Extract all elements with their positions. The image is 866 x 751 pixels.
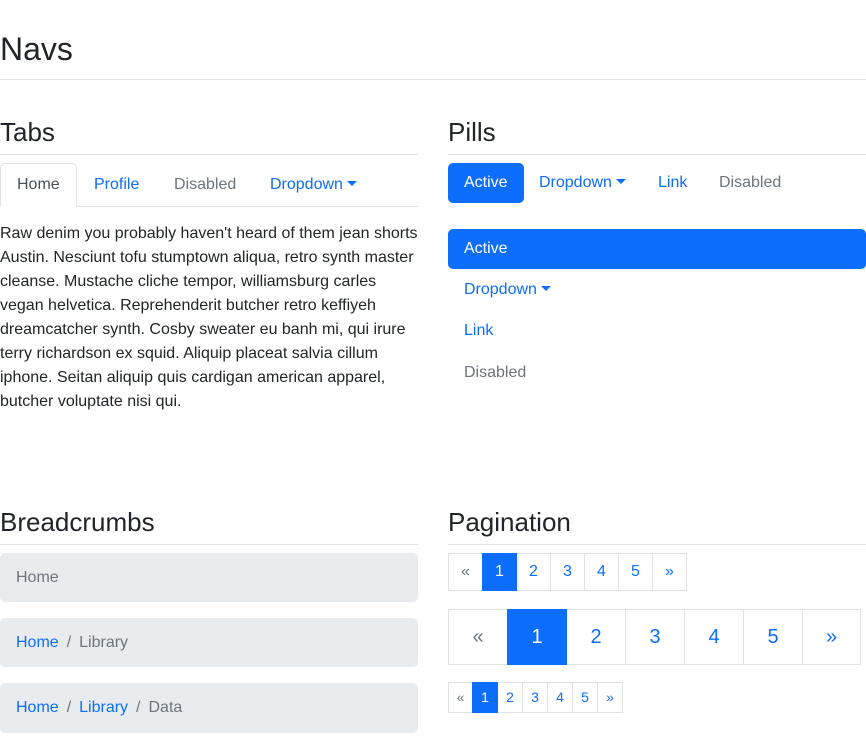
pagination-page-4[interactable]: 4 bbox=[684, 609, 744, 665]
pill-disabled-label: Disabled bbox=[719, 174, 782, 191]
pill-dropdown-label: Dropdown bbox=[539, 174, 612, 191]
pagination-next[interactable]: » bbox=[597, 682, 623, 713]
pagination-page-3[interactable]: 3 bbox=[550, 553, 585, 591]
tabs-heading-divider bbox=[0, 154, 418, 155]
pill-active-label: Active bbox=[464, 174, 508, 191]
pagination-small: « 1 2 3 4 5 » bbox=[448, 682, 623, 713]
pill-dropdown[interactable]: Dropdown bbox=[523, 163, 642, 203]
tab-dropdown[interactable]: Dropdown bbox=[253, 163, 374, 207]
pagination-page-5[interactable]: 5 bbox=[572, 682, 598, 713]
page-title: Navs bbox=[0, 31, 73, 67]
pagination-page-4[interactable]: 4 bbox=[584, 553, 619, 591]
vertical-pill-active-label: Active bbox=[464, 240, 508, 257]
tab-disabled-label: Disabled bbox=[174, 176, 237, 193]
pagination-page-2[interactable]: 2 bbox=[516, 553, 551, 591]
pills-heading: Pills bbox=[448, 117, 496, 147]
breadcrumb-link-library[interactable]: Library bbox=[79, 699, 128, 717]
vertical-pill-dropdown[interactable]: Dropdown bbox=[448, 270, 866, 310]
pagination-prev: « bbox=[448, 609, 508, 665]
breadcrumb-current: Data bbox=[148, 699, 183, 716]
pagination-prev: « bbox=[448, 682, 473, 713]
vertical-pill-dropdown-label: Dropdown bbox=[464, 281, 537, 298]
pagination-next[interactable]: » bbox=[652, 553, 687, 591]
pagination-page-3[interactable]: 3 bbox=[625, 609, 685, 665]
pill-link[interactable]: Link bbox=[642, 163, 703, 203]
chevron-down-icon bbox=[540, 286, 551, 291]
pagination-page-3[interactable]: 3 bbox=[522, 682, 548, 713]
pagination-page-1[interactable]: 1 bbox=[507, 609, 567, 665]
pill-disabled: Disabled bbox=[703, 163, 797, 203]
breadcrumb-separator: / bbox=[66, 633, 72, 651]
pagination-heading-divider bbox=[448, 544, 866, 545]
chevron-down-icon bbox=[615, 179, 626, 184]
breadcrumbs-heading: Breadcrumbs bbox=[0, 507, 155, 537]
pagination-default: « 1 2 3 4 5 » bbox=[448, 553, 687, 591]
breadcrumb-link-home[interactable]: Home bbox=[16, 699, 59, 717]
breadcrumb-separator: / bbox=[136, 699, 141, 716]
breadcrumbs-heading-divider bbox=[0, 544, 418, 545]
pill-link-label: Link bbox=[658, 174, 688, 191]
pagination-prev: « bbox=[448, 553, 483, 591]
tab-profile[interactable]: Profile bbox=[77, 163, 156, 207]
chevron-down-icon bbox=[346, 181, 357, 186]
tab-disabled: Disabled bbox=[157, 163, 253, 207]
vertical-pill-link-label: Link bbox=[464, 322, 494, 339]
vertical-pill-disabled: Disabled bbox=[448, 353, 866, 393]
breadcrumb-separator: / bbox=[66, 699, 72, 716]
pagination-page-4[interactable]: 4 bbox=[547, 682, 573, 713]
tab-content-text: Raw denim you probably haven't heard of … bbox=[0, 225, 418, 410]
tab-profile-label: Profile bbox=[94, 176, 140, 193]
pagination-next[interactable]: » bbox=[802, 609, 861, 665]
pagination-page-5[interactable]: 5 bbox=[618, 553, 653, 591]
tabs-heading: Tabs bbox=[0, 117, 55, 147]
pagination-page-1[interactable]: 1 bbox=[482, 553, 517, 591]
tab-home[interactable]: Home bbox=[0, 163, 77, 207]
tab-bar: Home Profile Disabled Dropdown bbox=[0, 163, 418, 207]
pagination-page-1[interactable]: 1 bbox=[472, 682, 498, 713]
vertical-pill-active[interactable]: Active bbox=[448, 229, 866, 269]
breadcrumb-1: Home bbox=[0, 553, 418, 602]
tab-home-label: Home bbox=[17, 176, 60, 193]
pagination-page-2[interactable]: 2 bbox=[497, 682, 523, 713]
pills-heading-divider bbox=[448, 154, 866, 155]
breadcrumb-link-home[interactable]: Home bbox=[16, 634, 59, 652]
vertical-pill-link[interactable]: Link bbox=[448, 311, 866, 351]
pagination-page-5[interactable]: 5 bbox=[743, 609, 803, 665]
pagination-heading: Pagination bbox=[448, 507, 571, 537]
breadcrumb-current: Library bbox=[79, 633, 129, 651]
tab-dropdown-label: Dropdown bbox=[270, 176, 343, 193]
page-title-divider bbox=[0, 79, 866, 80]
breadcrumb-current: Home bbox=[16, 568, 59, 586]
breadcrumb-2: Home / Library bbox=[0, 618, 418, 667]
breadcrumb-3: Home / Library / Data bbox=[0, 683, 418, 733]
vertical-pill-disabled-label: Disabled bbox=[464, 364, 527, 381]
pill-active[interactable]: Active bbox=[448, 163, 524, 203]
pagination-large: « 1 2 3 4 5 » bbox=[448, 609, 861, 665]
pagination-page-2[interactable]: 2 bbox=[566, 609, 626, 665]
